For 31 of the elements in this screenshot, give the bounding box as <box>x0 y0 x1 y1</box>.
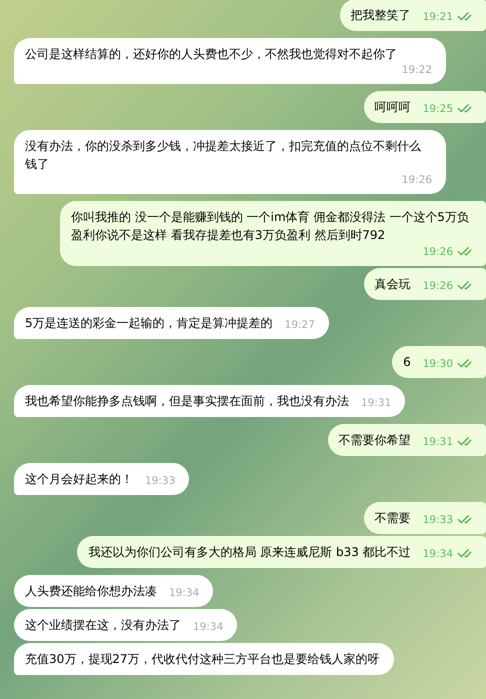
message-time: 19:33 <box>422 512 453 526</box>
message-text: 充值30万，提现27万，代收代付这种三方平台也是要给钱人家的呀 <box>25 651 380 668</box>
message-text: 人头费还能给你想办法凑 <box>25 583 157 600</box>
message-text: 不需要你希望 <box>338 432 411 449</box>
message-time: 19:31 <box>361 396 392 410</box>
message-time: 19:31 <box>422 434 453 448</box>
message-time: 19:27 <box>284 318 315 332</box>
message-time: 19:33 <box>145 474 176 488</box>
message-text: 公司是这样结算的，还好你的人头费也不少，不然我也觉得对不起你了 <box>25 46 398 63</box>
message-text: 5万是连送的彩金一起输的，肯定是算冲提差的 <box>25 315 273 332</box>
message-time: 19:22 <box>402 63 432 77</box>
message-text: 这个业绩摆在这，没有办法了 <box>25 617 181 634</box>
message-text: 我也希望你能挣多点钱啊，但是事实摆在面前，我也没有办法 <box>25 393 349 410</box>
message-time: 19:21 <box>422 10 453 24</box>
message-text: 真会玩 <box>374 276 411 293</box>
message-time: 19:34 <box>169 586 200 600</box>
message-time: 19:26 <box>422 278 453 292</box>
message-time: 19:34 <box>422 546 453 560</box>
message-text: 你叫我推的 没一个是能赚到钱的 一个im体育 佣金都没得法 一个这个5万负盈利你说不是这样 看我存提差也有3万负盈利 然后到时792 <box>71 209 470 244</box>
message-time: 19:26 <box>402 173 432 187</box>
message-text: 没有办法，你的没杀到多少钱，冲提差太接近了，扣完充值的点位不剩什么钱了 <box>25 138 422 173</box>
message-text: 这个月会好起来的！ <box>25 471 133 488</box>
message-time: 19:26 <box>422 244 453 258</box>
message-time: 19:34 <box>193 620 224 634</box>
message-text: 6 <box>403 354 411 371</box>
message-text: 我还以为你们公司有多大的格局 原来连威尼斯 b33 都比不过 <box>88 544 411 561</box>
message-time: 19:25 <box>422 102 453 116</box>
message-time: 19:30 <box>422 356 453 370</box>
message-text: 呵呵呵 <box>374 99 411 116</box>
message-text: 把我整笑了 <box>350 7 411 24</box>
message-text: 不需要 <box>374 510 411 527</box>
